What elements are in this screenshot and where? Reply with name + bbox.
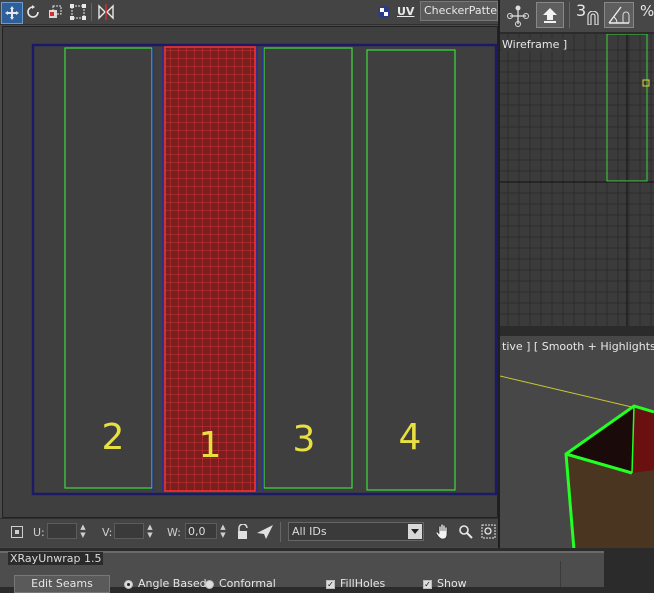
- magnet-icon[interactable]: [587, 10, 599, 26]
- v-field[interactable]: [114, 523, 144, 539]
- island-label-1: 1: [199, 425, 222, 466]
- fill-holes-label: FillHoles: [340, 577, 386, 590]
- w-spinner[interactable]: ▲ ▼: [219, 523, 227, 539]
- rotate-icon[interactable]: [23, 2, 43, 22]
- id-filter-dropdown[interactable]: All IDs: [288, 522, 424, 541]
- island-label-2: 2: [102, 417, 125, 458]
- percent-snap[interactable]: %: [640, 2, 654, 20]
- uv-editor-window: UV CheckerPattern 2: [0, 0, 498, 548]
- lock-icon[interactable]: [236, 523, 250, 540]
- w-field[interactable]: 0,0: [185, 523, 217, 539]
- top-viewport[interactable]: Wireframe ]: [500, 34, 654, 326]
- u-spinner[interactable]: ▲ ▼: [79, 523, 87, 539]
- uv-status-bar: U: ▲ ▼ V: ▲ ▼ W: 0,0 ▲ ▼ All IDs: [0, 518, 498, 547]
- w-label: W:: [167, 526, 181, 539]
- uv-label: UV: [397, 5, 415, 18]
- checker-icon[interactable]: [374, 2, 394, 22]
- move-icon[interactable]: [1, 2, 23, 24]
- map-dropdown[interactable]: CheckerPattern: [420, 1, 498, 21]
- uv-canvas-drawing: 2 1 3 4: [31, 43, 497, 496]
- conformal-label: Conformal: [219, 577, 276, 590]
- uv-editor-toolbar: UV CheckerPattern: [0, 0, 498, 25]
- id-filter-value: All IDs: [292, 525, 327, 538]
- scale-icon[interactable]: [45, 2, 65, 22]
- rollout-title: XRayUnwrap 1.5: [8, 552, 104, 565]
- zoom-icon[interactable]: [458, 524, 474, 540]
- toolbar-divider: [91, 3, 92, 21]
- u-label: U:: [33, 526, 45, 539]
- perspective-scene: [500, 375, 654, 550]
- upload-icon[interactable]: [536, 2, 564, 28]
- snap-number[interactable]: 3: [576, 1, 586, 20]
- absolute-offset-icon[interactable]: [11, 526, 23, 538]
- show-label: Show: [437, 577, 467, 590]
- main-command-toolbar: 3 %: [500, 0, 654, 32]
- paper-plane-icon[interactable]: [256, 524, 274, 540]
- angle-based-label: Angle Based: [138, 577, 207, 590]
- u-field[interactable]: [47, 523, 77, 539]
- angle-snap-icon[interactable]: [604, 2, 634, 28]
- mirror-icon[interactable]: [96, 2, 116, 22]
- island-label-4: 4: [399, 417, 422, 458]
- island-label-3: 3: [293, 419, 316, 460]
- perspective-viewport[interactable]: tive ] [ Smooth + Highlights ]: [500, 336, 654, 550]
- pan-hand-icon[interactable]: [434, 523, 452, 541]
- chevron-down-icon[interactable]: [408, 524, 422, 539]
- uv-canvas[interactable]: 2 1 3 4: [2, 26, 498, 518]
- edit-seams-button[interactable]: Edit Seams: [14, 575, 110, 593]
- hierarchy-icon[interactable]: [506, 4, 530, 28]
- zoom-region-icon[interactable]: [481, 524, 496, 539]
- top-viewport-label[interactable]: Wireframe ]: [502, 38, 568, 51]
- v-spinner[interactable]: ▲ ▼: [146, 523, 154, 539]
- viewport-grid: [500, 34, 654, 326]
- freeform-icon[interactable]: [68, 2, 88, 22]
- v-label: V:: [102, 526, 113, 539]
